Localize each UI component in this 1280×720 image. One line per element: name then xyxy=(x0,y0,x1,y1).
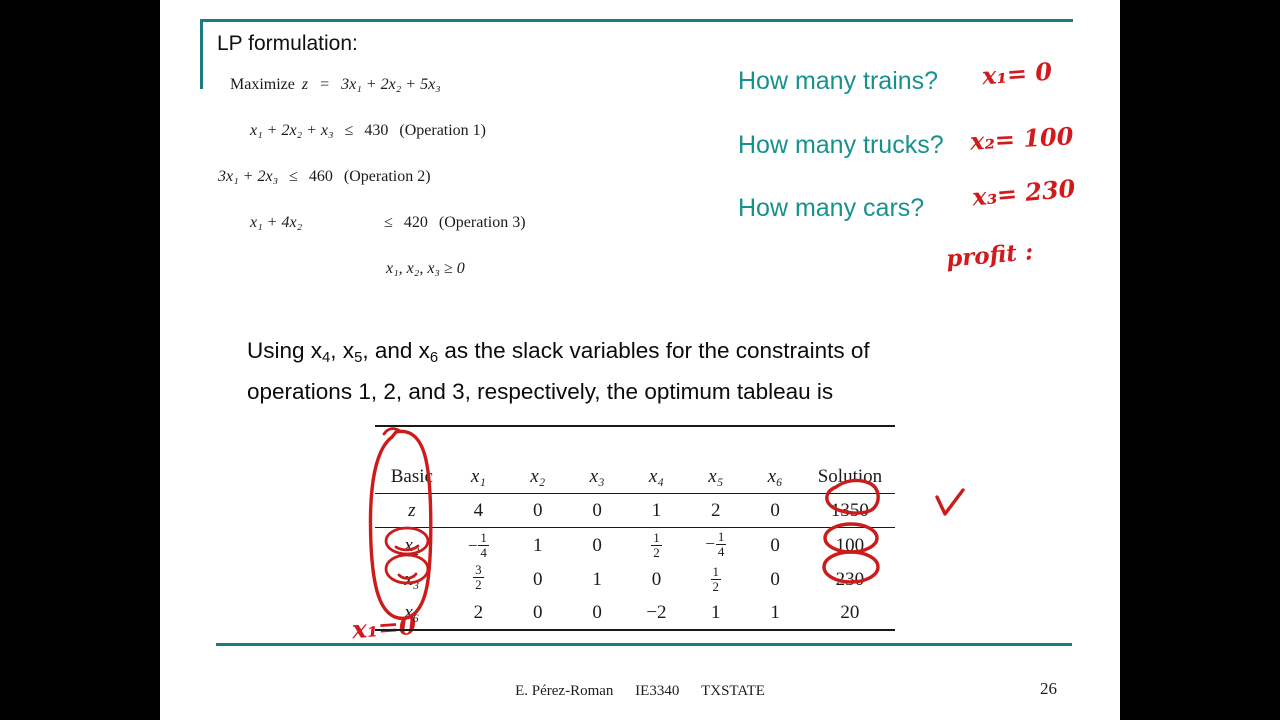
row-x2-basic: x₂ xyxy=(404,534,420,556)
slack-text-line2: operations 1, 2, and 3, respectively, th… xyxy=(247,379,834,405)
footer-author: E. Pérez-Roman xyxy=(515,683,614,699)
row-z-c5: 2 xyxy=(686,493,746,528)
constraint-2: 3x₁ + 2x₃ ≤ 460 (Operation 2) xyxy=(218,168,431,186)
row-z-solution: 1350 xyxy=(804,493,895,528)
slack-variables-paragraph: Using x4, x5, and x6 as the slack variab… xyxy=(247,334,1017,408)
slack-sub-6: 6 xyxy=(429,350,439,367)
row-x2-c6: 0 xyxy=(770,534,780,556)
footer: E. Pérez-Roman IE3340 TXSTATE xyxy=(160,683,1120,700)
constraint-1-rhs: 430 xyxy=(364,122,389,139)
row-z-basic: z xyxy=(408,499,416,521)
header-solution: Solution xyxy=(804,460,895,494)
row-x3-c5: 12 xyxy=(710,564,722,594)
slide-canvas: LP formulation: Maximize z = 3x₁ + 2x₂ + … xyxy=(160,0,1120,720)
header-x3: x₃ xyxy=(589,465,605,487)
objective-terms: 3x₁ + 2x₂ + 5x₃ xyxy=(341,76,441,93)
constraint-2-lhs: 3x₁ + 2x₃ xyxy=(218,168,279,185)
constraint-3-rhs: 420 xyxy=(403,214,428,231)
accent-line-left xyxy=(200,19,203,89)
slide-stage: LP formulation: Maximize z = 3x₁ + 2x₂ + … xyxy=(0,0,1280,720)
row-z-c2: 0 xyxy=(508,493,568,528)
row-x3-c4: 0 xyxy=(651,568,662,590)
table-row: z 4 0 0 1 2 0 1350 xyxy=(375,493,895,528)
tableau-bottom-rule xyxy=(375,629,895,664)
table-row: x₃ 32 0 1 0 12 0 230 xyxy=(375,563,895,596)
row-x6-c1: 2 xyxy=(473,601,484,623)
question-trains: How many trains? xyxy=(738,67,939,95)
question-trucks: How many trucks? xyxy=(738,131,944,159)
row-x3-c6: 0 xyxy=(770,568,780,590)
constraint-2-rhs: 460 xyxy=(308,168,333,185)
nonnegativity-constraint: x₁, x₂, x₃ ≥ 0 xyxy=(386,260,465,277)
row-x6-solution: 20 xyxy=(840,601,860,623)
tableau-table: Basic x₁ x₂ x₃ x₄ x₅ x₆ Solution z 4 0 0… xyxy=(375,425,895,664)
page-title: LP formulation: xyxy=(217,32,358,55)
letterbox-left xyxy=(0,0,160,720)
row-x6-c6: 1 xyxy=(770,601,780,623)
header-x6: x₆ xyxy=(767,465,783,487)
row-x2-c3: 0 xyxy=(592,534,602,556)
simplex-tableau: Basic x₁ x₂ x₃ x₄ x₅ x₆ Solution z 4 0 0… xyxy=(375,425,895,664)
header-x1: x₁ xyxy=(470,465,486,487)
slack-text-b: , x xyxy=(330,338,355,363)
tableau-top-rule xyxy=(375,425,895,460)
row-z-c3: 0 xyxy=(567,493,627,528)
constraint-3-note: (Operation 3) xyxy=(438,214,526,231)
objective-z: z xyxy=(301,76,309,93)
check-mark-icon xyxy=(935,488,965,516)
row-z-c6: 0 xyxy=(745,493,805,528)
header-x2: x₂ xyxy=(530,465,546,487)
accent-line-top xyxy=(200,19,1073,22)
row-x6-c5: 1 xyxy=(711,601,721,623)
footer-course: IE3340 xyxy=(635,683,680,699)
constraint-1: x₁ + 2x₂ + x₃ ≤ 430 (Operation 1) xyxy=(250,122,486,140)
handwritten-profit-label: profit : xyxy=(944,238,1035,273)
handwritten-answer-cars: x₃= 230 xyxy=(970,173,1077,212)
table-row: x₆ 2 0 0 −2 1 1 20 xyxy=(375,596,895,630)
row-x6-basic: x₆ xyxy=(404,601,420,623)
objective-line: Maximize z = 3x₁ + 2x₂ + 5x₃ xyxy=(230,76,441,94)
page-number: 26 xyxy=(1040,679,1057,698)
row-x2-c5: −1 4 xyxy=(705,529,727,559)
header-x5: x₅ xyxy=(708,465,724,487)
row-x6-c2: 0 xyxy=(532,601,543,623)
handwritten-answer-trucks: x₂= 100 xyxy=(969,121,1075,156)
question-cars: How many cars? xyxy=(738,194,925,222)
slack-text-d: as the slack variables for the constrain… xyxy=(438,338,870,363)
row-x2-solution: 100 xyxy=(835,534,865,556)
constraint-2-rel: ≤ xyxy=(289,168,298,185)
slack-text-a: Using x xyxy=(247,338,323,363)
footer-school: TXSTATE xyxy=(701,683,765,699)
row-x3-c2: 0 xyxy=(532,568,543,590)
row-x3-c3: 1 xyxy=(592,568,602,590)
row-x2-c2: 1 xyxy=(532,534,543,556)
slack-text-c: , and x xyxy=(362,338,430,363)
row-x3-solution: 230 xyxy=(835,568,865,590)
handwritten-answer-trains: x₁= 0 xyxy=(981,56,1053,91)
row-x6-c4: −2 xyxy=(646,601,667,623)
constraint-1-rel: ≤ xyxy=(344,122,354,139)
row-x6-c3: 0 xyxy=(592,601,602,623)
constraint-1-note: (Operation 1) xyxy=(399,122,487,139)
constraint-1-lhs: x₁ + 2x₂ + x₃ xyxy=(250,122,334,139)
row-x2-c1: −1 4 xyxy=(467,530,489,560)
row-x3-c1: 32 xyxy=(473,562,484,592)
header-x4: x₄ xyxy=(648,465,664,487)
row-z-c1: 4 xyxy=(448,493,509,528)
constraint-2-note: (Operation 2) xyxy=(343,168,431,185)
table-row: x₂ −1 4 1 0 12 −1 4 0 100 xyxy=(375,528,895,564)
objective-equals: = xyxy=(320,76,330,93)
constraint-3: x₁ + 4x₂ ≤ 420 (Operation 3) xyxy=(250,214,526,232)
constraint-3-rel: ≤ xyxy=(384,214,393,231)
tableau-header-row: Basic x₁ x₂ x₃ x₄ x₅ x₆ Solution xyxy=(375,460,895,494)
header-basic: Basic xyxy=(375,460,449,494)
objective-prefix: Maximize xyxy=(230,76,295,93)
constraint-3-lhs: x₁ + 4x₂ xyxy=(250,214,303,231)
row-x3-basic: x₃ xyxy=(404,568,420,590)
letterbox-right xyxy=(1120,0,1280,720)
row-z-c4: 1 xyxy=(626,493,687,528)
row-x2-c4: 12 xyxy=(651,530,662,560)
